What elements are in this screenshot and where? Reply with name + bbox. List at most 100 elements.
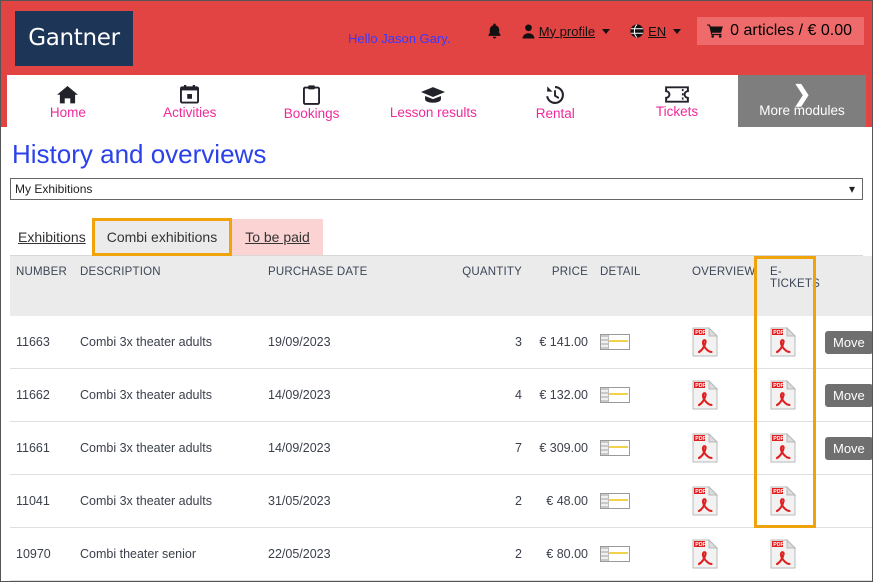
- svg-text:PDF: PDF: [695, 330, 705, 336]
- tab-combi-exhibitions[interactable]: Combi exhibitions: [92, 218, 233, 256]
- page-title: History and overviews: [12, 139, 863, 170]
- table-header-row: NUMBER DESCRIPTION PURCHASE DATE QUANTIT…: [10, 256, 873, 316]
- cell-detail[interactable]: [594, 475, 686, 528]
- move-button[interactable]: Move: [825, 384, 873, 407]
- spreadsheet-icon[interactable]: [600, 334, 630, 350]
- cell-detail[interactable]: [594, 316, 686, 369]
- svg-text:PDF: PDF: [773, 489, 783, 495]
- cell-purchase-date: 14/09/2023: [262, 422, 452, 475]
- home-icon: [57, 85, 78, 104]
- cell-detail[interactable]: [594, 422, 686, 475]
- cell-etickets[interactable]: PDF: [764, 316, 819, 369]
- spreadsheet-icon[interactable]: [600, 493, 630, 509]
- cell-description: Combi 3x theater adults: [74, 422, 262, 475]
- nav-item-tickets[interactable]: Tickets: [616, 75, 738, 127]
- notifications-button[interactable]: [477, 20, 512, 43]
- spreadsheet-icon[interactable]: [600, 546, 630, 562]
- cell-detail[interactable]: [594, 528, 686, 581]
- pdf-icon[interactable]: PDF: [692, 539, 718, 569]
- cell-number: 11661: [10, 422, 74, 475]
- chevron-down-icon: [602, 29, 610, 34]
- nav-label: Activities: [163, 105, 216, 120]
- col-price: PRICE: [528, 256, 594, 316]
- brand-logo[interactable]: Gantner: [15, 11, 133, 66]
- nav-item-activities[interactable]: Activities: [129, 75, 251, 127]
- table-row: 11663 Combi 3x theater adults 19/09/2023…: [10, 316, 873, 369]
- more-modules-label: More modules: [759, 103, 845, 118]
- cell-number: 10970: [10, 528, 74, 581]
- nav-item-rental[interactable]: Rental: [494, 75, 616, 127]
- cell-actions: [819, 528, 873, 581]
- svg-text:PDF: PDF: [695, 436, 705, 442]
- nav-label: Lesson results: [390, 105, 477, 120]
- cell-purchase-date: 31/05/2023: [262, 475, 452, 528]
- overview-select[interactable]: My Exhibitions: [10, 178, 863, 200]
- cell-quantity: 2: [452, 475, 528, 528]
- svg-text:PDF: PDF: [773, 383, 783, 389]
- nav-label: Tickets: [656, 104, 698, 119]
- cell-overview[interactable]: PDF: [686, 316, 764, 369]
- pdf-icon[interactable]: PDF: [770, 327, 796, 357]
- pdf-icon[interactable]: PDF: [770, 539, 796, 569]
- language-selector[interactable]: EN: [620, 21, 691, 42]
- nav-item-list: Home Activities: [7, 75, 738, 127]
- cell-etickets[interactable]: PDF: [764, 422, 819, 475]
- cell-detail[interactable]: [594, 369, 686, 422]
- pdf-icon[interactable]: PDF: [692, 380, 718, 410]
- spreadsheet-icon[interactable]: [600, 440, 630, 456]
- cell-overview[interactable]: PDF: [686, 475, 764, 528]
- cart-button[interactable]: 0 articles / € 0.00: [697, 17, 864, 45]
- svg-text:PDF: PDF: [695, 489, 705, 495]
- pdf-icon[interactable]: PDF: [770, 486, 796, 516]
- table-row: 11661 Combi 3x theater adults 14/09/2023…: [10, 422, 873, 475]
- cell-price: € 48.00: [528, 475, 594, 528]
- orders-table: NUMBER DESCRIPTION PURCHASE DATE QUANTIT…: [10, 256, 873, 581]
- cell-etickets[interactable]: PDF: [764, 528, 819, 581]
- cell-price: € 309.00: [528, 422, 594, 475]
- tab-exhibitions[interactable]: Exhibitions: [10, 219, 92, 255]
- move-button[interactable]: Move: [825, 437, 873, 460]
- cell-actions: [819, 475, 873, 528]
- svg-text:PDF: PDF: [773, 436, 783, 442]
- tab-bar: Exhibitions Combi exhibitions To be paid: [10, 214, 863, 256]
- cart-icon: [707, 24, 724, 38]
- cell-description: Combi 3x theater adults: [74, 475, 262, 528]
- pdf-icon[interactable]: PDF: [692, 486, 718, 516]
- nav-label: Bookings: [284, 106, 340, 121]
- cell-quantity: 2: [452, 528, 528, 581]
- cell-description: Combi 3x theater adults: [74, 369, 262, 422]
- cell-quantity: 4: [452, 369, 528, 422]
- nav-item-bookings[interactable]: Bookings: [251, 75, 373, 127]
- spreadsheet-icon[interactable]: [600, 387, 630, 403]
- chevron-down-icon: [673, 29, 681, 34]
- more-modules-button[interactable]: ❯ More modules: [738, 75, 866, 127]
- orders-table-body: 11663 Combi 3x theater adults 19/09/2023…: [10, 316, 873, 581]
- cell-etickets[interactable]: PDF: [764, 475, 819, 528]
- cell-purchase-date: 14/09/2023: [262, 369, 452, 422]
- cell-overview[interactable]: PDF: [686, 528, 764, 581]
- cell-overview[interactable]: PDF: [686, 369, 764, 422]
- site-header: Gantner Hello Jason Gary.: [1, 1, 872, 75]
- move-button[interactable]: Move: [825, 331, 873, 354]
- nav-item-home[interactable]: Home: [7, 75, 129, 127]
- pdf-icon[interactable]: PDF: [770, 433, 796, 463]
- col-purchase-date: PURCHASE DATE: [262, 256, 452, 316]
- cell-number: 11663: [10, 316, 74, 369]
- svg-text:PDF: PDF: [773, 330, 783, 336]
- cell-overview[interactable]: PDF: [686, 422, 764, 475]
- pdf-icon[interactable]: PDF: [692, 433, 718, 463]
- col-overview: OVERVIEW: [686, 256, 764, 316]
- pdf-icon[interactable]: PDF: [692, 327, 718, 357]
- cell-etickets[interactable]: PDF: [764, 369, 819, 422]
- table-row: 10970 Combi theater senior 22/05/2023 2 …: [10, 528, 873, 581]
- cell-quantity: 7: [452, 422, 528, 475]
- tab-to-be-paid[interactable]: To be paid: [232, 219, 323, 255]
- header-actions: My profile EN: [477, 17, 864, 45]
- calendar-icon: [180, 85, 199, 104]
- pdf-icon[interactable]: PDF: [770, 380, 796, 410]
- nav-item-lesson-results[interactable]: Lesson results: [372, 75, 494, 127]
- graduation-cap-icon: [421, 86, 445, 104]
- my-profile-menu[interactable]: My profile: [512, 21, 620, 42]
- nav-label: Rental: [536, 106, 575, 121]
- globe-icon: [630, 24, 644, 38]
